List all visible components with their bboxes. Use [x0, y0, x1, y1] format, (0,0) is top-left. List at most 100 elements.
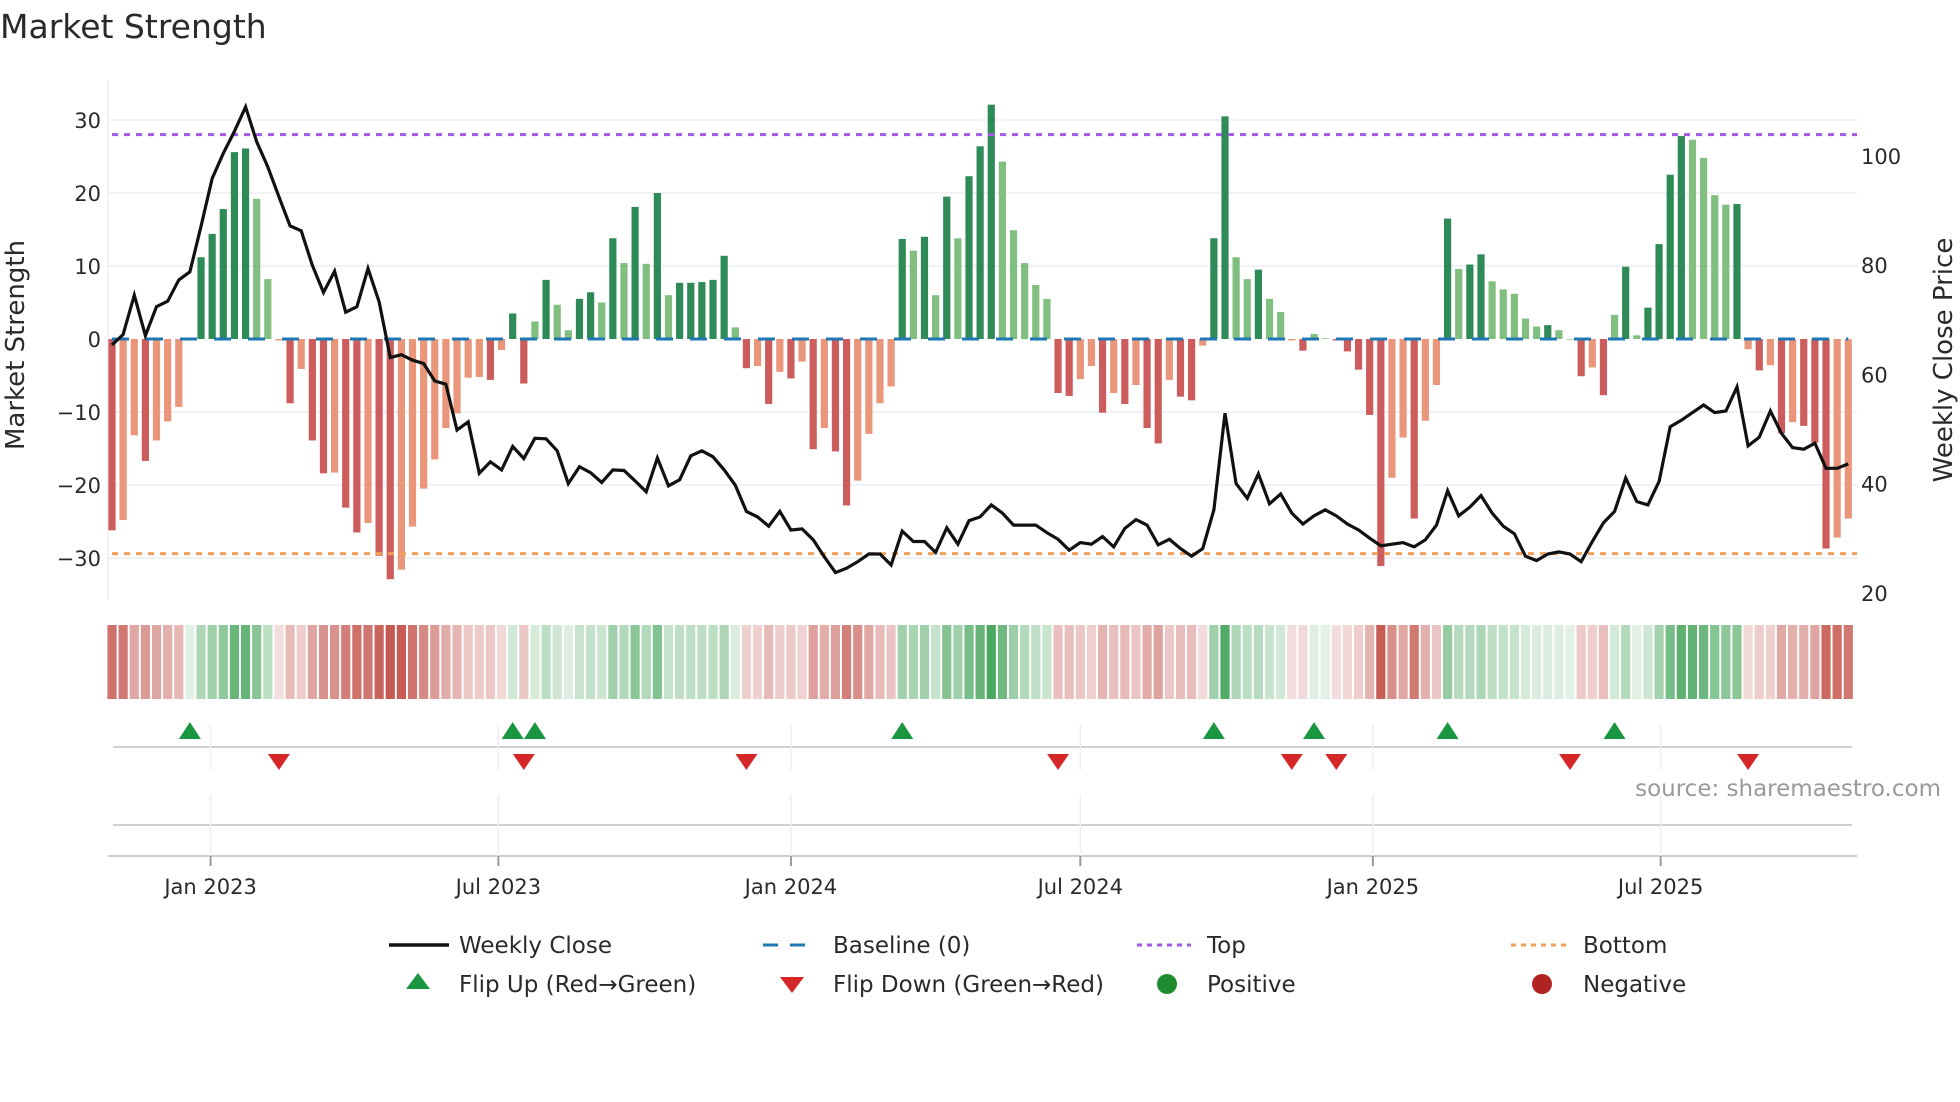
- heat-cell: [363, 625, 373, 699]
- x-tick-label: Jul 2025: [1616, 875, 1703, 899]
- flip-up-marker: [178, 722, 201, 739]
- heat-cell: [597, 625, 607, 699]
- strength-bar: [1410, 339, 1418, 519]
- heat-cell: [1287, 625, 1297, 699]
- flip-up-marker: [523, 722, 546, 739]
- heat-cell: [1476, 625, 1486, 699]
- strength-bar: [1466, 264, 1474, 339]
- heat-cell: [1621, 625, 1631, 699]
- strength-bar: [1143, 339, 1151, 429]
- heat-cell: [1253, 625, 1263, 699]
- heat-cell: [786, 625, 796, 699]
- strength-bar: [141, 339, 149, 461]
- strength-bar: [1622, 266, 1630, 339]
- strength-bar: [531, 321, 539, 339]
- strength-bar: [854, 339, 862, 481]
- strength-bar: [1421, 339, 1429, 421]
- strength-bar: [342, 339, 350, 508]
- heat-cell: [1632, 625, 1642, 699]
- strength-bar: [809, 339, 817, 450]
- x-tick-label: Jan 2023: [162, 875, 257, 899]
- strength-bar: [642, 263, 650, 339]
- legend-label: Negative: [1583, 972, 1686, 998]
- heat-cell: [697, 625, 707, 699]
- heat-cell: [853, 625, 863, 699]
- heat-cell: [585, 625, 596, 699]
- strength-bar: [1800, 339, 1808, 426]
- heat-cell: [385, 625, 395, 699]
- strength-bar: [575, 298, 584, 339]
- flip-up-marker: [1603, 722, 1626, 739]
- heat-cell: [630, 625, 640, 699]
- heat-cell: [975, 625, 985, 699]
- strength-bar: [130, 339, 138, 436]
- heat-cell: [474, 625, 484, 699]
- heat-cell: [1532, 625, 1542, 699]
- strength-bar: [1210, 238, 1218, 339]
- flip-down-marker: [1047, 754, 1070, 770]
- heat-cell: [819, 625, 829, 699]
- strength-bar: [698, 282, 706, 339]
- flip-up-marker: [1202, 722, 1225, 739]
- heat-cell: [1687, 625, 1698, 699]
- strength-bar: [1399, 339, 1407, 438]
- strength-bar: [1032, 284, 1040, 339]
- strength-bar: [1477, 254, 1485, 339]
- heat-cell: [196, 625, 206, 699]
- strength-bar: [753, 339, 762, 367]
- strength-bar: [453, 339, 461, 414]
- legend-label: Top: [1206, 933, 1246, 959]
- heat-cell: [830, 625, 841, 699]
- strength-bar: [1288, 339, 1296, 341]
- strength-bar: [620, 263, 628, 339]
- heat-cell: [964, 625, 974, 699]
- heat-cell: [163, 625, 173, 699]
- strength-bar: [776, 339, 784, 372]
- heat-cell: [1554, 625, 1564, 699]
- y2-axis-label: Weekly Close Price: [1929, 238, 1959, 483]
- heat-cell: [1609, 625, 1620, 699]
- legend-label: Flip Down (Green→Red): [833, 972, 1104, 998]
- heat-cell: [574, 625, 585, 699]
- strength-bar: [197, 257, 205, 339]
- heat-cell: [140, 625, 150, 699]
- y-tick-label: 10: [74, 255, 101, 279]
- heat-cell: [1142, 625, 1152, 699]
- market-strength-chart: Market Strength Jan 2023 Jul 2023 Jan 2024…: [0, 7, 1959, 998]
- strength-bar: [1098, 339, 1107, 413]
- heat-cell: [1342, 625, 1353, 699]
- strength-bar: [319, 339, 328, 474]
- strength-bar: [1021, 263, 1029, 339]
- heat-cell: [508, 625, 518, 699]
- strength-bar: [386, 339, 394, 580]
- heat-cell: [608, 625, 618, 699]
- strength-bar: [1110, 339, 1118, 394]
- heat-cell: [1242, 625, 1252, 699]
- strength-bar: [553, 304, 561, 339]
- heat-cell: [530, 625, 540, 699]
- strength-bar: [687, 282, 695, 339]
- strength-bar: [1277, 311, 1285, 339]
- heat-cell: [1020, 625, 1030, 699]
- heat-cell: [1443, 625, 1453, 699]
- heat-cell: [1008, 625, 1019, 699]
- strength-bar: [1432, 339, 1441, 385]
- strength-bar: [431, 339, 439, 460]
- strength-bar: [998, 161, 1006, 339]
- strength-bar: [742, 339, 751, 369]
- strength-bar: [954, 238, 962, 339]
- heat-cell: [897, 625, 907, 699]
- y2-tick-label: 40: [1861, 473, 1888, 497]
- heat-cell: [374, 625, 384, 699]
- strength-bar: [1777, 339, 1786, 434]
- heat-cell: [1331, 625, 1341, 699]
- heat-cell: [919, 625, 930, 699]
- heat-cell: [419, 625, 429, 699]
- heat-cell: [430, 625, 440, 699]
- strength-bar: [731, 327, 739, 339]
- strength-bar: [609, 238, 617, 339]
- strength-bar: [831, 339, 840, 452]
- heat-cell: [1298, 625, 1308, 699]
- heat-cell: [1209, 625, 1219, 699]
- heat-cell: [1264, 625, 1275, 699]
